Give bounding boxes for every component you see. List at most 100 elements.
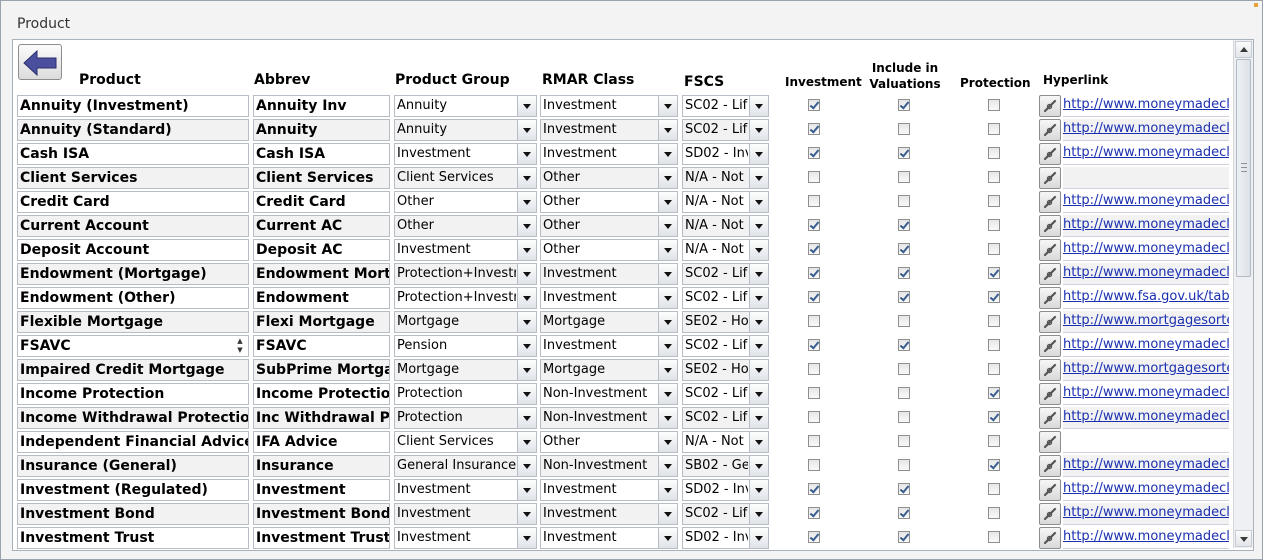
fscs-combo[interactable]: N/A - Not <box>682 167 769 189</box>
abbrev-field[interactable]: Investment Trust <box>253 527 390 549</box>
product-field[interactable]: Insurance (General) <box>17 455 249 477</box>
spin-down-icon[interactable]: ▼ <box>234 346 246 355</box>
protection-checkbox[interactable] <box>988 291 1000 303</box>
rmar-class-combo[interactable]: Investment <box>540 527 678 549</box>
hyperlink[interactable]: http://www.moneymadeclear <box>1063 215 1229 237</box>
investment-checkbox[interactable] <box>808 411 820 423</box>
product-group-combo[interactable]: Pension <box>394 335 537 357</box>
fscs-combo[interactable]: SC02 - Life <box>682 95 769 117</box>
protection-checkbox[interactable] <box>988 123 1000 135</box>
dropdown-arrow-icon[interactable] <box>658 360 677 380</box>
hyperlink[interactable]: http://www.moneymadeclear <box>1063 407 1229 429</box>
abbrev-field[interactable]: IFA Advice <box>253 431 390 453</box>
dropdown-arrow-icon[interactable] <box>749 432 768 452</box>
protection-checkbox[interactable] <box>988 147 1000 159</box>
dropdown-arrow-icon[interactable] <box>658 504 677 524</box>
include-in-valuations-checkbox[interactable] <box>898 243 910 255</box>
abbrev-field[interactable]: Deposit AC <box>253 239 390 261</box>
rmar-class-combo[interactable]: Other <box>540 239 678 261</box>
dropdown-arrow-icon[interactable] <box>658 336 677 356</box>
rmar-class-combo[interactable]: Non-Investment <box>540 407 678 429</box>
hyperlink[interactable]: http://www.mortgagesorted <box>1063 359 1229 381</box>
protection-checkbox[interactable] <box>988 99 1000 111</box>
hyperlink[interactable]: http://www.moneymadeclear <box>1063 191 1229 213</box>
product-field[interactable]: Investment Trust <box>17 527 249 549</box>
dropdown-arrow-icon[interactable] <box>749 384 768 404</box>
open-hyperlink-button[interactable] <box>1039 119 1061 141</box>
investment-checkbox[interactable] <box>808 99 820 111</box>
include-in-valuations-checkbox[interactable] <box>898 171 910 183</box>
fscs-combo[interactable]: N/A - Not <box>682 191 769 213</box>
dropdown-arrow-icon[interactable] <box>749 264 768 284</box>
abbrev-field[interactable]: Current AC <box>253 215 390 237</box>
abbrev-field[interactable]: Inc Withdrawal Protection <box>253 407 390 429</box>
fscs-combo[interactable]: SC02 - Life <box>682 335 769 357</box>
open-hyperlink-button[interactable] <box>1039 311 1061 333</box>
hyperlink[interactable]: http://www.moneymadeclear <box>1063 503 1229 525</box>
product-group-combo[interactable]: Mortgage <box>394 359 537 381</box>
product-group-combo[interactable]: Client Services <box>394 431 537 453</box>
open-hyperlink-button[interactable] <box>1039 479 1061 501</box>
protection-checkbox[interactable] <box>988 195 1000 207</box>
back-button[interactable] <box>18 44 62 80</box>
hyperlink[interactable]: http://www.moneymadeclear <box>1063 335 1229 357</box>
dropdown-arrow-icon[interactable] <box>658 312 677 332</box>
dropdown-arrow-icon[interactable] <box>517 384 536 404</box>
protection-checkbox[interactable] <box>988 483 1000 495</box>
rmar-class-combo[interactable]: Investment <box>540 479 678 501</box>
hyperlink[interactable]: http://www.fsa.gov.uk/tables <box>1063 287 1229 309</box>
dropdown-arrow-icon[interactable] <box>517 480 536 500</box>
protection-checkbox[interactable] <box>988 171 1000 183</box>
investment-checkbox[interactable] <box>808 483 820 495</box>
dropdown-arrow-icon[interactable] <box>749 480 768 500</box>
fscs-combo[interactable]: SD02 - Inv <box>682 143 769 165</box>
product-group-combo[interactable]: Annuity <box>394 95 537 117</box>
fscs-combo[interactable]: N/A - Not <box>682 215 769 237</box>
hyperlink[interactable]: http://www.moneymadeclear <box>1063 95 1229 117</box>
open-hyperlink-button[interactable] <box>1039 191 1061 213</box>
product-field[interactable]: Endowment (Other) <box>17 287 249 309</box>
product-group-combo[interactable]: Protection+Investment <box>394 263 537 285</box>
hyperlink[interactable] <box>1063 431 1229 453</box>
product-field[interactable]: Endowment (Mortgage) <box>17 263 249 285</box>
product-field[interactable]: Cash ISA <box>17 143 249 165</box>
scroll-down-button[interactable] <box>1235 530 1252 547</box>
dropdown-arrow-icon[interactable] <box>517 144 536 164</box>
dropdown-arrow-icon[interactable] <box>658 288 677 308</box>
hyperlink[interactable]: http://www.moneymadeclear <box>1063 383 1229 405</box>
open-hyperlink-button[interactable] <box>1039 287 1061 309</box>
fscs-combo[interactable]: SC02 - Life <box>682 407 769 429</box>
hyperlink[interactable]: http://www.moneymadeclear <box>1063 527 1229 549</box>
dropdown-arrow-icon[interactable] <box>517 528 536 548</box>
scroll-up-button[interactable] <box>1235 41 1252 58</box>
investment-checkbox[interactable] <box>808 459 820 471</box>
dropdown-arrow-icon[interactable] <box>658 120 677 140</box>
scroll-thumb[interactable] <box>1236 59 1251 277</box>
open-hyperlink-button[interactable] <box>1039 383 1061 405</box>
dropdown-arrow-icon[interactable] <box>749 288 768 308</box>
dropdown-arrow-icon[interactable] <box>658 432 677 452</box>
dropdown-arrow-icon[interactable] <box>658 144 677 164</box>
product-group-combo[interactable]: General Insurance <box>394 455 537 477</box>
rmar-class-combo[interactable]: Other <box>540 167 678 189</box>
abbrev-field[interactable]: FSAVC <box>253 335 390 357</box>
abbrev-field[interactable]: Annuity Inv <box>253 95 390 117</box>
fscs-combo[interactable]: SC02 - Life <box>682 503 769 525</box>
dropdown-arrow-icon[interactable] <box>517 240 536 260</box>
rmar-class-combo[interactable]: Other <box>540 431 678 453</box>
dropdown-arrow-icon[interactable] <box>658 240 677 260</box>
open-hyperlink-button[interactable] <box>1039 455 1061 477</box>
investment-checkbox[interactable] <box>808 531 820 543</box>
protection-checkbox[interactable] <box>988 507 1000 519</box>
product-field[interactable]: FSAVC ▲ ▼ <box>17 335 249 357</box>
dropdown-arrow-icon[interactable] <box>749 456 768 476</box>
vertical-scrollbar[interactable] <box>1233 40 1253 548</box>
include-in-valuations-checkbox[interactable] <box>898 267 910 279</box>
abbrev-field[interactable]: Insurance <box>253 455 390 477</box>
rmar-class-combo[interactable]: Investment <box>540 143 678 165</box>
rmar-class-combo[interactable]: Non-Investment <box>540 455 678 477</box>
dropdown-arrow-icon[interactable] <box>517 312 536 332</box>
protection-checkbox[interactable] <box>988 363 1000 375</box>
product-field[interactable]: Annuity (Investment) <box>17 95 249 117</box>
protection-checkbox[interactable] <box>988 531 1000 543</box>
